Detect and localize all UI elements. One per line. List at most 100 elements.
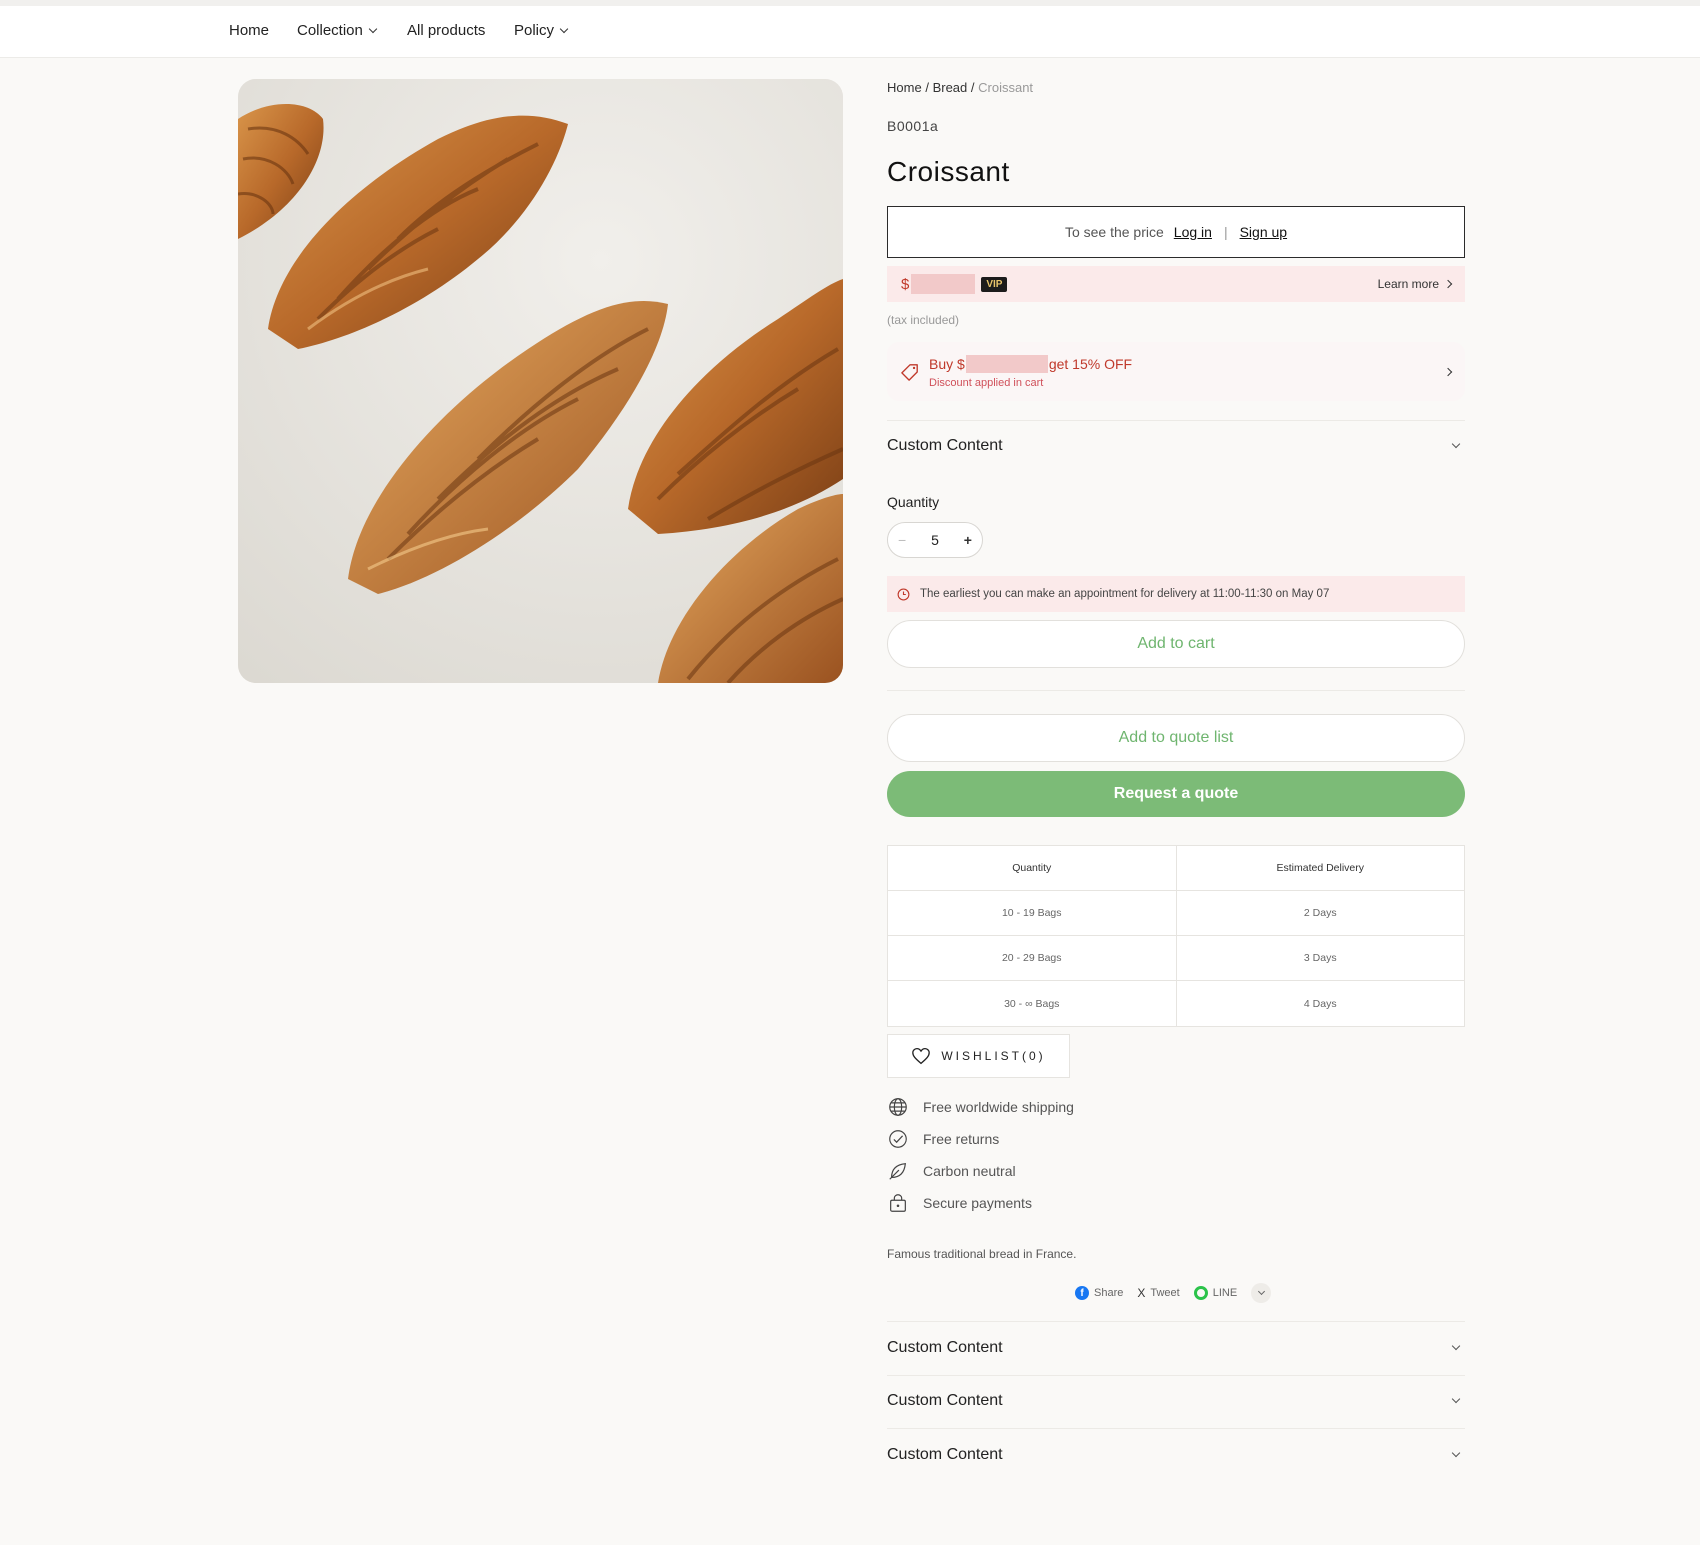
nav-collection[interactable]: Collection	[297, 22, 378, 39]
appointment-text: The earliest you can make an appointment…	[920, 588, 1330, 600]
chevron-right-icon	[1443, 279, 1453, 289]
accordion-title: Custom Content	[887, 1446, 1003, 1463]
table-cell: 10 - 19 Bags	[1001, 907, 1062, 919]
chevron-down-icon	[1451, 1394, 1461, 1404]
x-icon: X	[1137, 1286, 1146, 1300]
nav-home-label: Home	[229, 22, 270, 39]
globe-icon	[889, 1098, 907, 1116]
feature-label: Carbon neutral	[923, 1163, 1016, 1179]
check-circle-icon	[889, 1130, 907, 1148]
chevron-down-icon	[1451, 1341, 1461, 1351]
feature-shipping: Free worldwide shipping	[887, 1096, 1074, 1118]
add-to-quote-list-button[interactable]: Add to quote list	[887, 714, 1465, 762]
promo-banner[interactable]: Buy $ get 15% OFF Discount applied in ca…	[887, 342, 1465, 401]
promo-note: Discount applied in cart	[929, 376, 1044, 389]
login-link[interactable]: Log in	[1174, 224, 1212, 240]
share-bar: f Share X Tweet LINE	[1075, 1283, 1272, 1303]
chevron-down-icon	[1257, 1287, 1265, 1296]
breadcrumb-home[interactable]: Home	[887, 80, 922, 95]
vip-price-bar: $ VIP Learn more	[887, 266, 1465, 302]
croissant-photo	[238, 79, 843, 683]
wishlist-button[interactable]: WISHLIST(0)	[887, 1034, 1070, 1078]
tweet-label: Tweet	[1150, 1287, 1180, 1299]
quantity-stepper: − 5 +	[887, 522, 983, 558]
product-description: Famous traditional bread in France.	[887, 1247, 1077, 1261]
wishlist-label: WISHLIST(0)	[941, 1049, 1046, 1063]
breadcrumb-separator: /	[925, 80, 929, 95]
chevron-down-icon	[559, 24, 569, 33]
learn-more-label: Learn more	[1377, 277, 1439, 291]
nav-policy[interactable]: Policy	[514, 22, 569, 39]
table-row: 20 - 29 Bags 3 Days	[888, 936, 1464, 981]
table-cell: 20 - 29 Bags	[1001, 952, 1062, 964]
product-title: Croissant	[887, 156, 1010, 187]
table-cell: 2 Days	[1175, 891, 1465, 935]
line-icon	[1193, 1286, 1208, 1300]
price-prompt: To see the price	[1064, 224, 1164, 240]
table-row: 30 - ∞ Bags 4 Days	[888, 981, 1464, 1026]
breadcrumb: Home / Bread / Croissant	[887, 80, 1465, 95]
accordion-custom-content[interactable]: Custom Content	[887, 1430, 1465, 1480]
vip-currency: $	[901, 275, 910, 293]
table-cell: 3 Days	[1175, 936, 1465, 980]
breadcrumb-bread[interactable]: Bread	[933, 80, 968, 95]
login-separator: |	[1223, 224, 1228, 240]
line-share-button[interactable]: LINE	[1193, 1286, 1238, 1300]
accordion-custom-content[interactable]: Custom Content	[887, 421, 1465, 471]
breadcrumb-separator: /	[970, 80, 975, 95]
promo-offer: get 15% OFF	[1048, 355, 1133, 372]
facebook-icon: f	[1075, 1286, 1089, 1300]
nav-collection-label: Collection	[297, 22, 363, 39]
table-row: 10 - 19 Bags 2 Days	[888, 891, 1464, 936]
nav-home[interactable]: Home	[229, 22, 269, 39]
lock-bag-icon	[890, 1194, 906, 1212]
quantity-increase-button[interactable]: +	[964, 532, 972, 548]
nav-all-products[interactable]: All products	[407, 22, 485, 39]
accordion-custom-content[interactable]: Custom Content	[887, 1323, 1465, 1373]
price-login-box: To see the price Log in | Sign up	[887, 206, 1465, 258]
divider	[887, 1428, 1465, 1429]
table-header: Estimated Delivery	[1175, 846, 1465, 890]
accordion-title: Custom Content	[887, 1339, 1003, 1356]
heart-icon	[912, 1047, 931, 1065]
line-label: LINE	[1212, 1287, 1238, 1299]
learn-more-link[interactable]: Learn more	[1377, 277, 1453, 291]
tag-icon	[901, 363, 918, 381]
signup-link[interactable]: Sign up	[1240, 224, 1287, 240]
facebook-share-label: Share	[1094, 1287, 1124, 1299]
accordion-title: Custom Content	[887, 1392, 1003, 1409]
main-nav: Home Collection All products Policy	[0, 6, 1700, 58]
quantity-decrease-button[interactable]: −	[898, 532, 906, 548]
facebook-share-button[interactable]: f Share	[1075, 1286, 1123, 1300]
x-tweet-button[interactable]: X Tweet	[1137, 1286, 1179, 1300]
accordion-title: Custom Content	[887, 437, 1003, 454]
nav-all-products-label: All products	[407, 22, 486, 39]
more-share-button[interactable]	[1251, 1283, 1272, 1303]
quantity-value[interactable]: 5	[931, 532, 939, 548]
chevron-down-icon	[368, 24, 378, 33]
accordion-custom-content[interactable]: Custom Content	[887, 1376, 1465, 1426]
feature-returns: Free returns	[887, 1128, 999, 1150]
product-image[interactable]	[238, 79, 843, 683]
table-header: Quantity	[1012, 862, 1052, 874]
hidden-amount	[965, 354, 1048, 373]
clock-icon	[897, 588, 910, 600]
divider	[887, 1321, 1465, 1322]
breadcrumb-current: Croissant	[978, 80, 1034, 95]
product-sku: B0001a	[887, 118, 939, 134]
divider	[887, 690, 1465, 691]
feature-label: Secure payments	[923, 1195, 1032, 1211]
chevron-down-icon	[1451, 439, 1461, 449]
chevron-right-icon	[1443, 367, 1453, 376]
add-to-cart-button[interactable]: Add to cart	[887, 620, 1465, 668]
table-header-row: Quantity Estimated Delivery	[888, 846, 1464, 891]
feature-label: Free returns	[923, 1131, 1000, 1147]
leaf-icon	[889, 1163, 906, 1180]
quantity-label: Quantity	[887, 494, 940, 510]
chevron-down-icon	[1451, 1448, 1461, 1458]
request-quote-button[interactable]: Request a quote	[887, 771, 1465, 817]
tax-note: (tax included)	[887, 313, 960, 327]
feature-payments: Secure payments	[887, 1192, 1032, 1214]
nav-policy-label: Policy	[514, 22, 555, 39]
delivery-appointment-notice: The earliest you can make an appointment…	[887, 576, 1465, 612]
